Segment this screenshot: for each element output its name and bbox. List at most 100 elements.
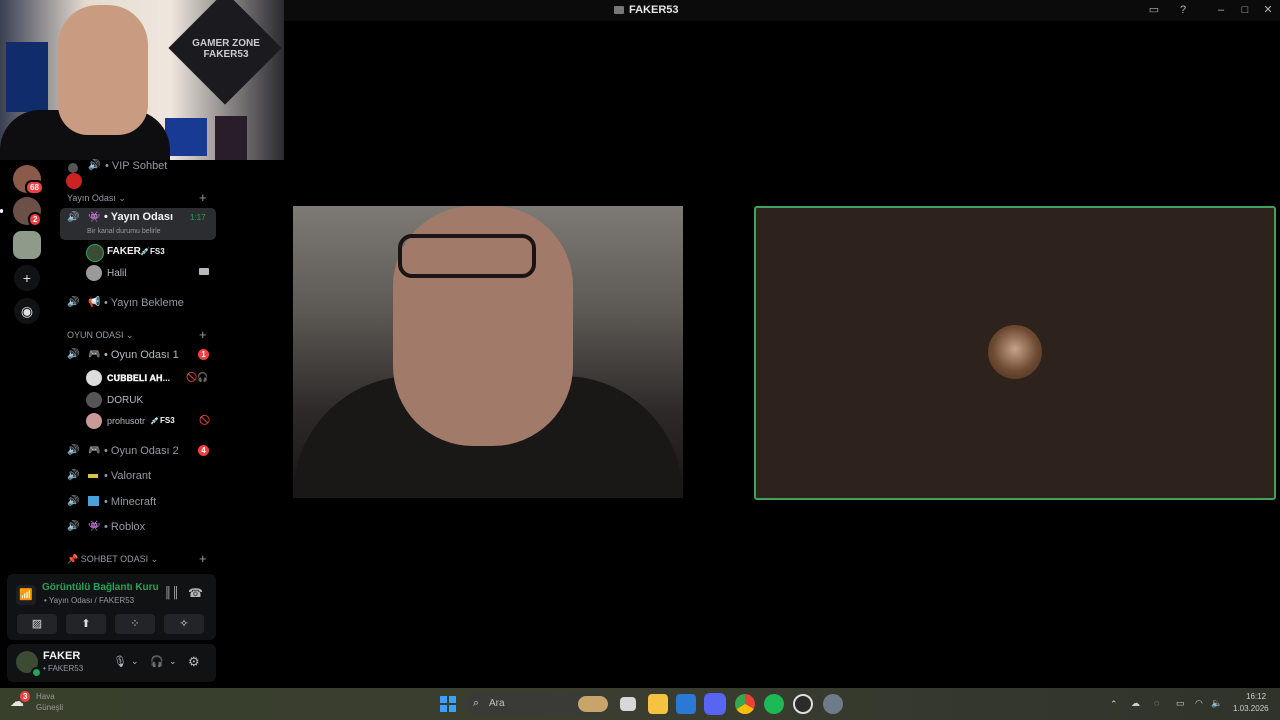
voice-user-name[interactable]: Halil	[107, 268, 126, 279]
video-tile-camera[interactable]	[293, 206, 683, 498]
voice-user-name[interactable]: 𝐂𝐔̈𝐁𝐁𝐄𝐋𝐈̇ 𝐀𝐇...	[107, 373, 170, 384]
maximize-icon[interactable]: □	[1237, 2, 1253, 18]
speaker-active-icon: 🔊	[67, 349, 80, 360]
user-tag-text: FS3	[159, 416, 175, 425]
chevron-down-icon[interactable]: ⌄	[169, 656, 177, 667]
add-server-icon[interactable]: +	[14, 265, 40, 291]
channel-timer: 1:17	[190, 213, 206, 222]
channel-minecraft[interactable]: • Minecraft	[104, 496, 156, 508]
channel-roblox[interactable]: • Roblox	[104, 521, 145, 533]
help-icon[interactable]: ?	[1175, 2, 1191, 18]
window-title-text: FAKER53	[629, 4, 679, 16]
chevron-down-icon[interactable]: ⌄	[131, 656, 139, 667]
clock-time[interactable]: 16:12	[1246, 692, 1266, 701]
minimize-icon[interactable]: –	[1213, 2, 1229, 18]
mention-badge: 1	[198, 349, 209, 360]
activities-button[interactable]: ⁘	[115, 614, 155, 634]
speaker-icon: 🔊	[67, 445, 80, 456]
category-label: SOHBET ODASI	[80, 554, 149, 564]
display-icon[interactable]: ▭	[1176, 698, 1185, 709]
user-name[interactable]: FAKER	[43, 650, 80, 662]
store-icon[interactable]	[676, 694, 696, 714]
channel-status-text[interactable]: Bir kanal durumu belirle	[87, 228, 161, 235]
neon-sign-text: GAMER ZONE FAKER53	[192, 38, 260, 60]
microphone-icon[interactable]: 🎙	[113, 655, 127, 668]
wifi-icon[interactable]: ◠	[1195, 698, 1203, 709]
noise-suppression-icon[interactable]: ║║	[164, 587, 180, 599]
headphones-icon[interactable]: 🎧	[150, 655, 164, 668]
voice-user-name[interactable]: FAKER	[107, 246, 141, 257]
discord-icon[interactable]	[704, 693, 726, 715]
file-explorer-icon[interactable]	[648, 694, 668, 714]
category-yayin-odasi[interactable]: Yayın Odası ⌄	[67, 193, 126, 204]
server-icon[interactable]	[13, 231, 41, 259]
channel-emoji-icon: 📢	[88, 297, 101, 308]
speaker-icon: 🔊	[88, 160, 101, 171]
category-sohbet-odasi[interactable]: 📌 SOHBET ODASI ⌄	[67, 554, 158, 565]
speaker-icon: 🔊	[67, 496, 80, 507]
voice-status[interactable]: Görüntülü Bağlantı Kuru	[42, 582, 159, 593]
avatar[interactable]	[86, 370, 102, 386]
speaker-icon: 🔊	[67, 521, 80, 532]
user-tag-text: FS3	[149, 247, 165, 256]
avatar[interactable]	[86, 413, 102, 429]
camera-off-button[interactable]: ▨	[17, 614, 57, 634]
user-tag: 💉FS3	[140, 247, 165, 256]
clock-date[interactable]: 1.03.2026	[1233, 704, 1269, 713]
add-channel-icon[interactable]: +	[199, 551, 207, 566]
muted-deafened-icon: 🚫🎧	[186, 372, 209, 382]
gear-icon[interactable]: ⚙	[188, 654, 200, 670]
explore-icon[interactable]: ◉	[14, 298, 40, 324]
soundboard-button[interactable]: ✧	[164, 614, 204, 634]
start-icon[interactable]	[440, 696, 456, 712]
obs-icon[interactable]	[793, 694, 813, 714]
disconnect-icon[interactable]: ☎	[188, 586, 203, 600]
participant-avatar[interactable]	[988, 325, 1042, 379]
channel-name: • Yayın Odası	[104, 211, 174, 223]
volume-icon[interactable]: 🔈	[1211, 698, 1222, 709]
glasses	[398, 234, 536, 278]
category-oyun-odasi[interactable]: OYUN ODASI ⌄	[67, 330, 134, 341]
spotify-icon[interactable]	[764, 694, 784, 714]
chevron-up-icon[interactable]: ⌃	[1110, 699, 1118, 710]
avatar[interactable]	[86, 244, 104, 262]
category-label: Yayın Odası	[67, 193, 116, 203]
channel-yayin-bekleme[interactable]: • Yayın Bekleme	[104, 297, 184, 309]
voice-user-name[interactable]: prohusotr	[107, 416, 145, 426]
weather-sub[interactable]: Güneşli	[36, 703, 63, 712]
add-channel-icon[interactable]: +	[199, 190, 207, 205]
gaming-poster-image	[165, 118, 207, 156]
speaker-active-icon: 🔊	[67, 212, 80, 223]
network-app-icon[interactable]: ☁	[1131, 698, 1140, 709]
voice-location[interactable]: • Yayın Odası / FAKER53	[44, 596, 134, 605]
voice-user-name[interactable]: DORUK	[107, 395, 143, 406]
windows-taskbar	[0, 688, 1280, 720]
tray-app-icon[interactable]: ◌	[1154, 698, 1159, 708]
weather-text[interactable]: Hava	[36, 692, 55, 701]
channel-oyun-odasi-1[interactable]: • Oyun Odası 1	[104, 349, 179, 361]
user-tag: 💉FS3	[150, 416, 175, 425]
channel-oyun-odasi-2[interactable]: • Oyun Odası 2	[104, 445, 179, 457]
settings-icon[interactable]	[823, 694, 843, 714]
add-channel-icon[interactable]: +	[199, 327, 207, 342]
channel-valorant[interactable]: • Valorant	[104, 470, 151, 482]
avatar[interactable]	[86, 392, 102, 408]
speaker-icon: 🔊	[67, 470, 80, 481]
task-view-icon[interactable]	[620, 697, 636, 711]
screen-share-button[interactable]: ⬆	[66, 614, 106, 634]
close-icon[interactable]: ✕	[1260, 2, 1276, 18]
chrome-icon[interactable]	[735, 694, 755, 714]
search-icon: ⌕	[473, 697, 480, 709]
channel-vip-sohbet[interactable]: • VIP Sohbet	[105, 160, 167, 172]
streamer-webcam-overlay: GAMER ZONE FAKER53	[0, 0, 284, 160]
user-sub[interactable]: • FAKER53	[43, 664, 83, 673]
controller-icon: 🎮	[88, 349, 101, 360]
avatar[interactable]	[86, 265, 102, 281]
app-icon	[614, 6, 624, 14]
minecraft-icon	[88, 496, 99, 506]
inbox-icon[interactable]: ▭	[1146, 2, 1162, 18]
gaming-poster-image	[6, 42, 48, 112]
controller-icon: 🎮	[88, 445, 101, 456]
valorant-icon	[88, 474, 98, 478]
signal-icon[interactable]: 📶	[16, 585, 36, 605]
